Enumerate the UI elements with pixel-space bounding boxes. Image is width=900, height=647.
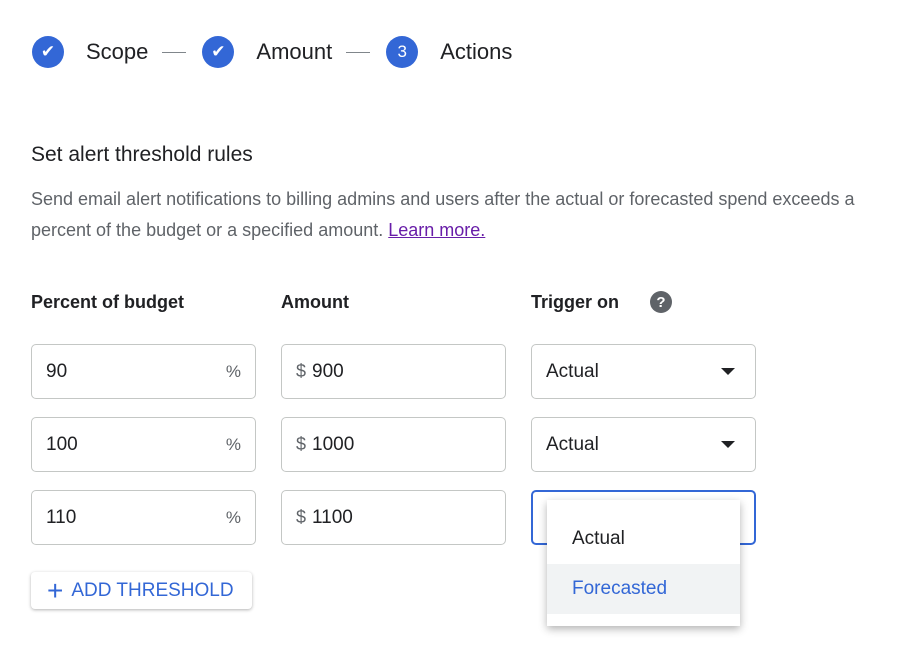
section-title: Set alert threshold rules bbox=[31, 143, 253, 166]
currency-prefix: $ bbox=[296, 434, 307, 454]
step-number: 3 bbox=[386, 36, 419, 68]
amount-value: 1000 bbox=[312, 433, 355, 455]
trigger-dropdown-menu: Actual Forecasted bbox=[547, 500, 740, 626]
trigger-select[interactable]: Actual bbox=[531, 344, 756, 399]
percent-value: 90 bbox=[46, 360, 68, 382]
caret-down-icon bbox=[721, 441, 735, 448]
percent-suffix: % bbox=[225, 361, 241, 381]
step-amount[interactable]: Amount bbox=[256, 39, 332, 65]
stepper: ✔ Scope ✔ Amount 3 Actions bbox=[32, 36, 512, 68]
help-icon[interactable]: ? bbox=[650, 291, 672, 313]
add-threshold-label: ADD THRESHOLD bbox=[71, 579, 234, 601]
trigger-select[interactable]: Actual bbox=[531, 417, 756, 472]
trigger-header: Trigger on bbox=[531, 292, 620, 312]
step-divider bbox=[162, 51, 187, 53]
check-icon: ✔ bbox=[202, 36, 235, 68]
step-scope[interactable]: Scope bbox=[86, 39, 148, 65]
check-icon: ✔ bbox=[32, 36, 64, 68]
menu-item-forecasted[interactable]: Forecasted bbox=[547, 564, 740, 614]
section-description: Send email alert notifications to billin… bbox=[31, 184, 861, 246]
percent-value: 100 bbox=[46, 433, 78, 455]
amount-header: Amount bbox=[281, 292, 349, 312]
percent-input[interactable]: 100% bbox=[31, 417, 256, 472]
plus-icon: + bbox=[47, 574, 64, 606]
percent-header: Percent of budget bbox=[31, 292, 185, 312]
learn-more-link[interactable]: Learn more. bbox=[388, 220, 485, 240]
amount-input[interactable]: $900 bbox=[281, 344, 506, 399]
step-actions[interactable]: Actions bbox=[440, 39, 512, 65]
trigger-value: Actual bbox=[546, 433, 599, 455]
amount-input[interactable]: $1000 bbox=[281, 417, 506, 472]
step-divider bbox=[346, 51, 371, 53]
percent-suffix: % bbox=[225, 434, 241, 454]
menu-item-actual[interactable]: Actual bbox=[547, 514, 740, 564]
percent-suffix: % bbox=[225, 507, 241, 527]
amount-input[interactable]: $1100 bbox=[281, 490, 506, 545]
currency-prefix: $ bbox=[296, 507, 307, 527]
currency-prefix: $ bbox=[296, 361, 307, 381]
add-threshold-button[interactable]: + ADD THRESHOLD bbox=[31, 572, 252, 609]
amount-value: 900 bbox=[312, 360, 344, 382]
amount-value: 1100 bbox=[312, 506, 353, 528]
percent-input[interactable]: 110% bbox=[31, 490, 256, 545]
percent-value: 110 bbox=[46, 506, 77, 528]
caret-down-icon bbox=[721, 368, 735, 375]
trigger-value: Actual bbox=[546, 360, 599, 382]
percent-input[interactable]: 90% bbox=[31, 344, 256, 399]
